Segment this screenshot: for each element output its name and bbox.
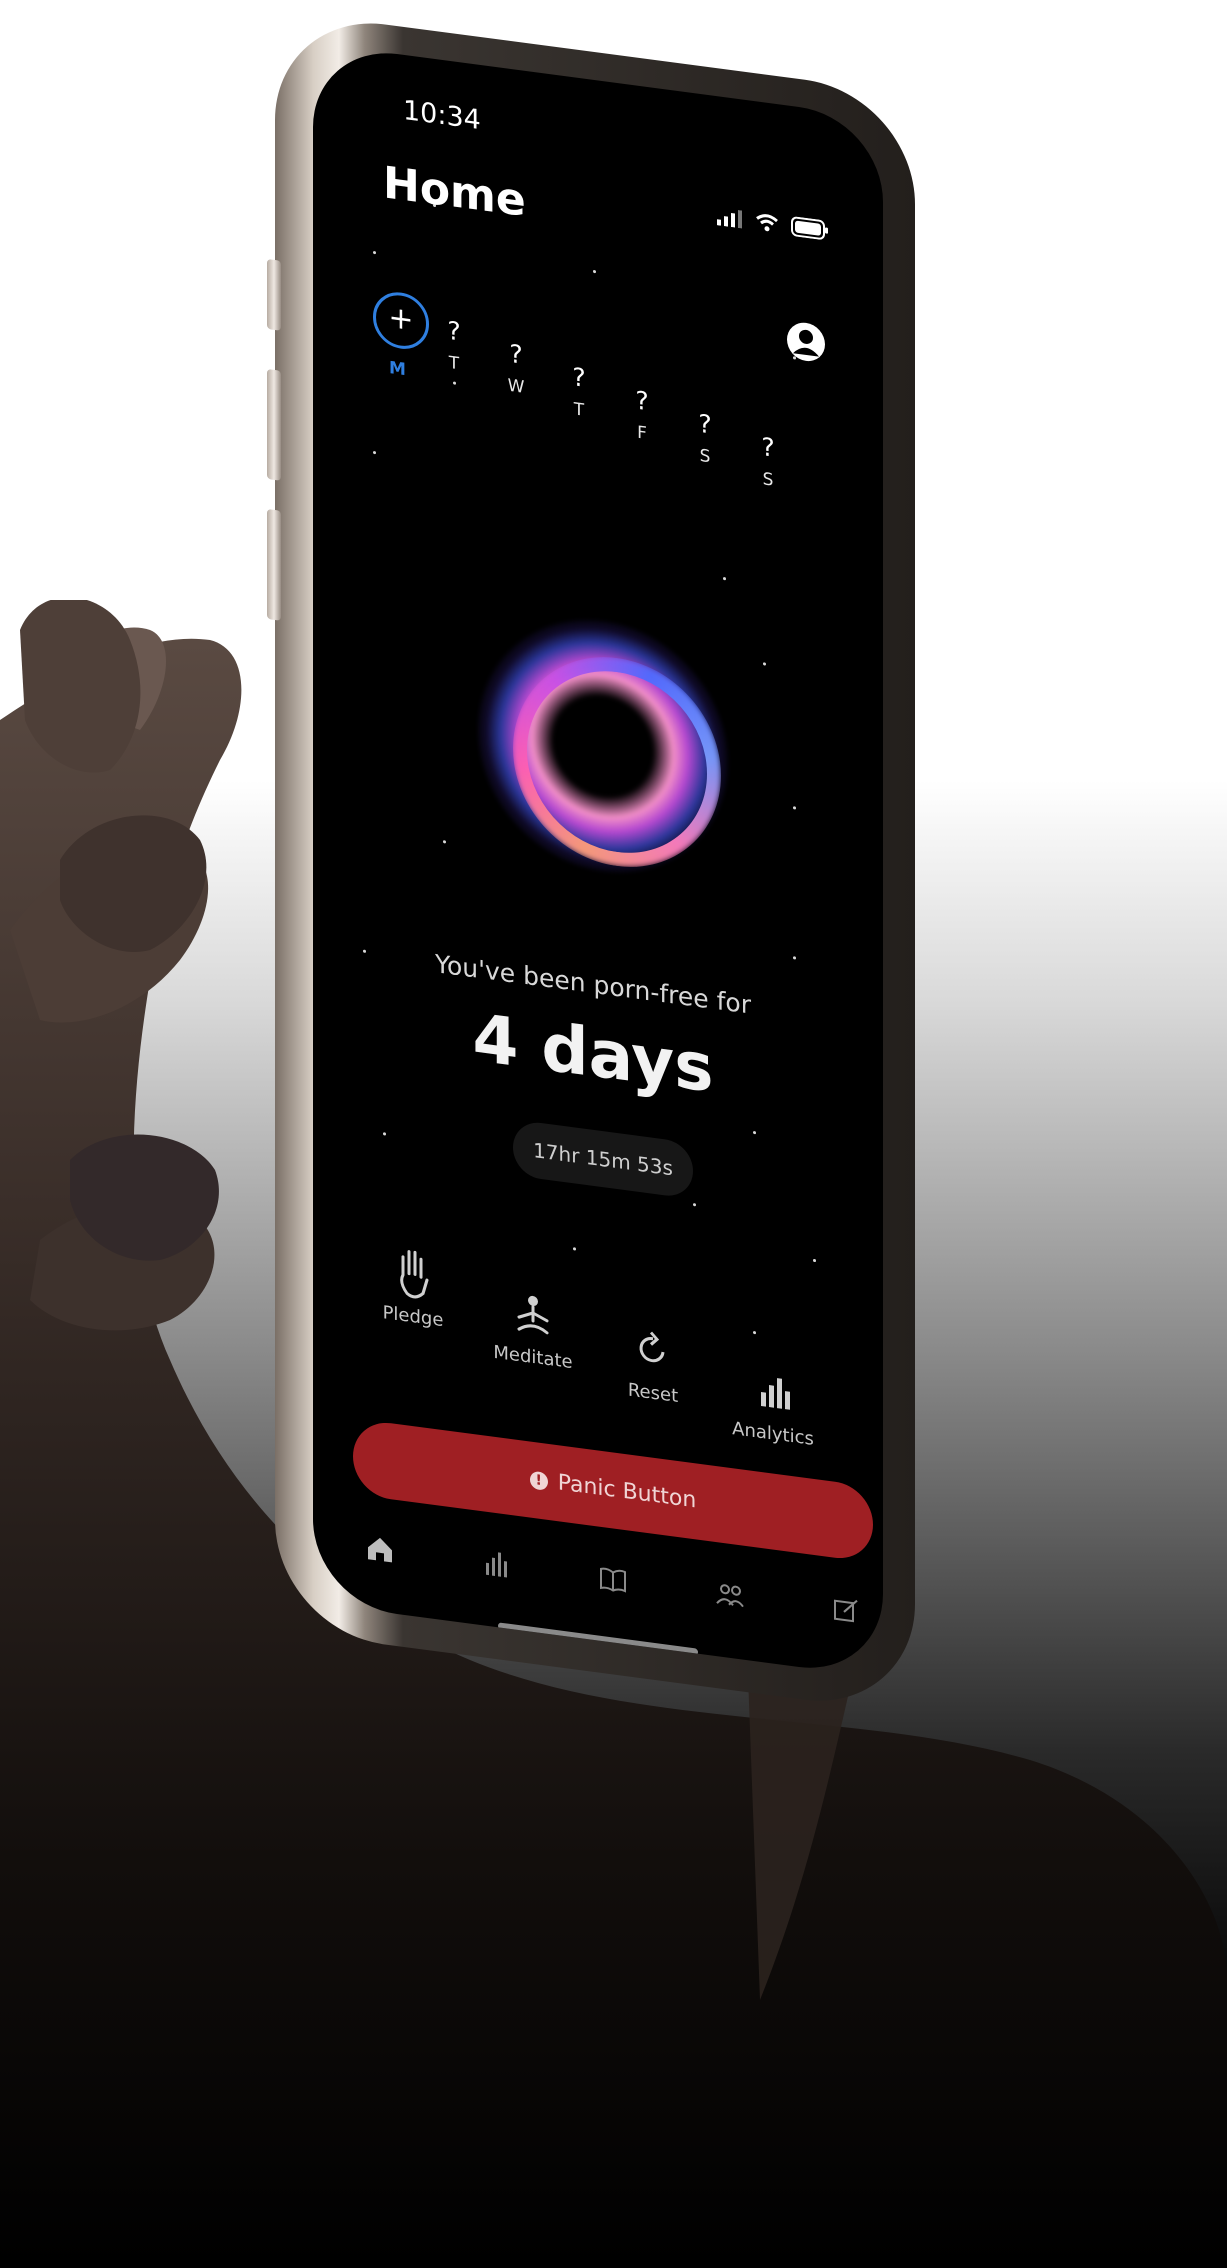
silent-switch [267, 258, 281, 331]
day-item[interactable]: ? T [431, 314, 477, 377]
star [723, 576, 726, 581]
week-tracker: ? T ? W ? T ? F ? S ? S [373, 286, 803, 493]
day-item[interactable]: ? S [745, 430, 791, 493]
day-item[interactable]: ? T [556, 360, 602, 423]
day-mark: ? [572, 362, 586, 393]
day-label: T [448, 352, 460, 375]
day-label: T [573, 399, 585, 421]
status-time: 10:34 [403, 94, 481, 137]
day-mark: ? [447, 315, 461, 347]
day-item[interactable]: ? W [493, 337, 539, 400]
day-label: S [699, 445, 711, 468]
status-icons [717, 206, 829, 241]
star [373, 450, 376, 455]
day-label: S [762, 469, 774, 491]
day-mark: ? [761, 432, 775, 463]
volume-up-button [267, 368, 281, 481]
day-item[interactable]: ? F [619, 383, 665, 446]
page-title: Home [383, 157, 526, 228]
day-label: F [637, 422, 647, 444]
day-item[interactable]: ? S [682, 407, 728, 470]
fingers-overlay [20, 600, 219, 1261]
signal-icon [717, 209, 742, 229]
day-label: W [507, 375, 525, 398]
battery-icon [791, 216, 828, 240]
day-mark: ? [635, 385, 649, 417]
star [373, 250, 376, 255]
wifi-icon [756, 214, 778, 232]
day-mark: ? [698, 408, 712, 440]
star [593, 269, 596, 274]
day-mark: ? [509, 338, 523, 370]
